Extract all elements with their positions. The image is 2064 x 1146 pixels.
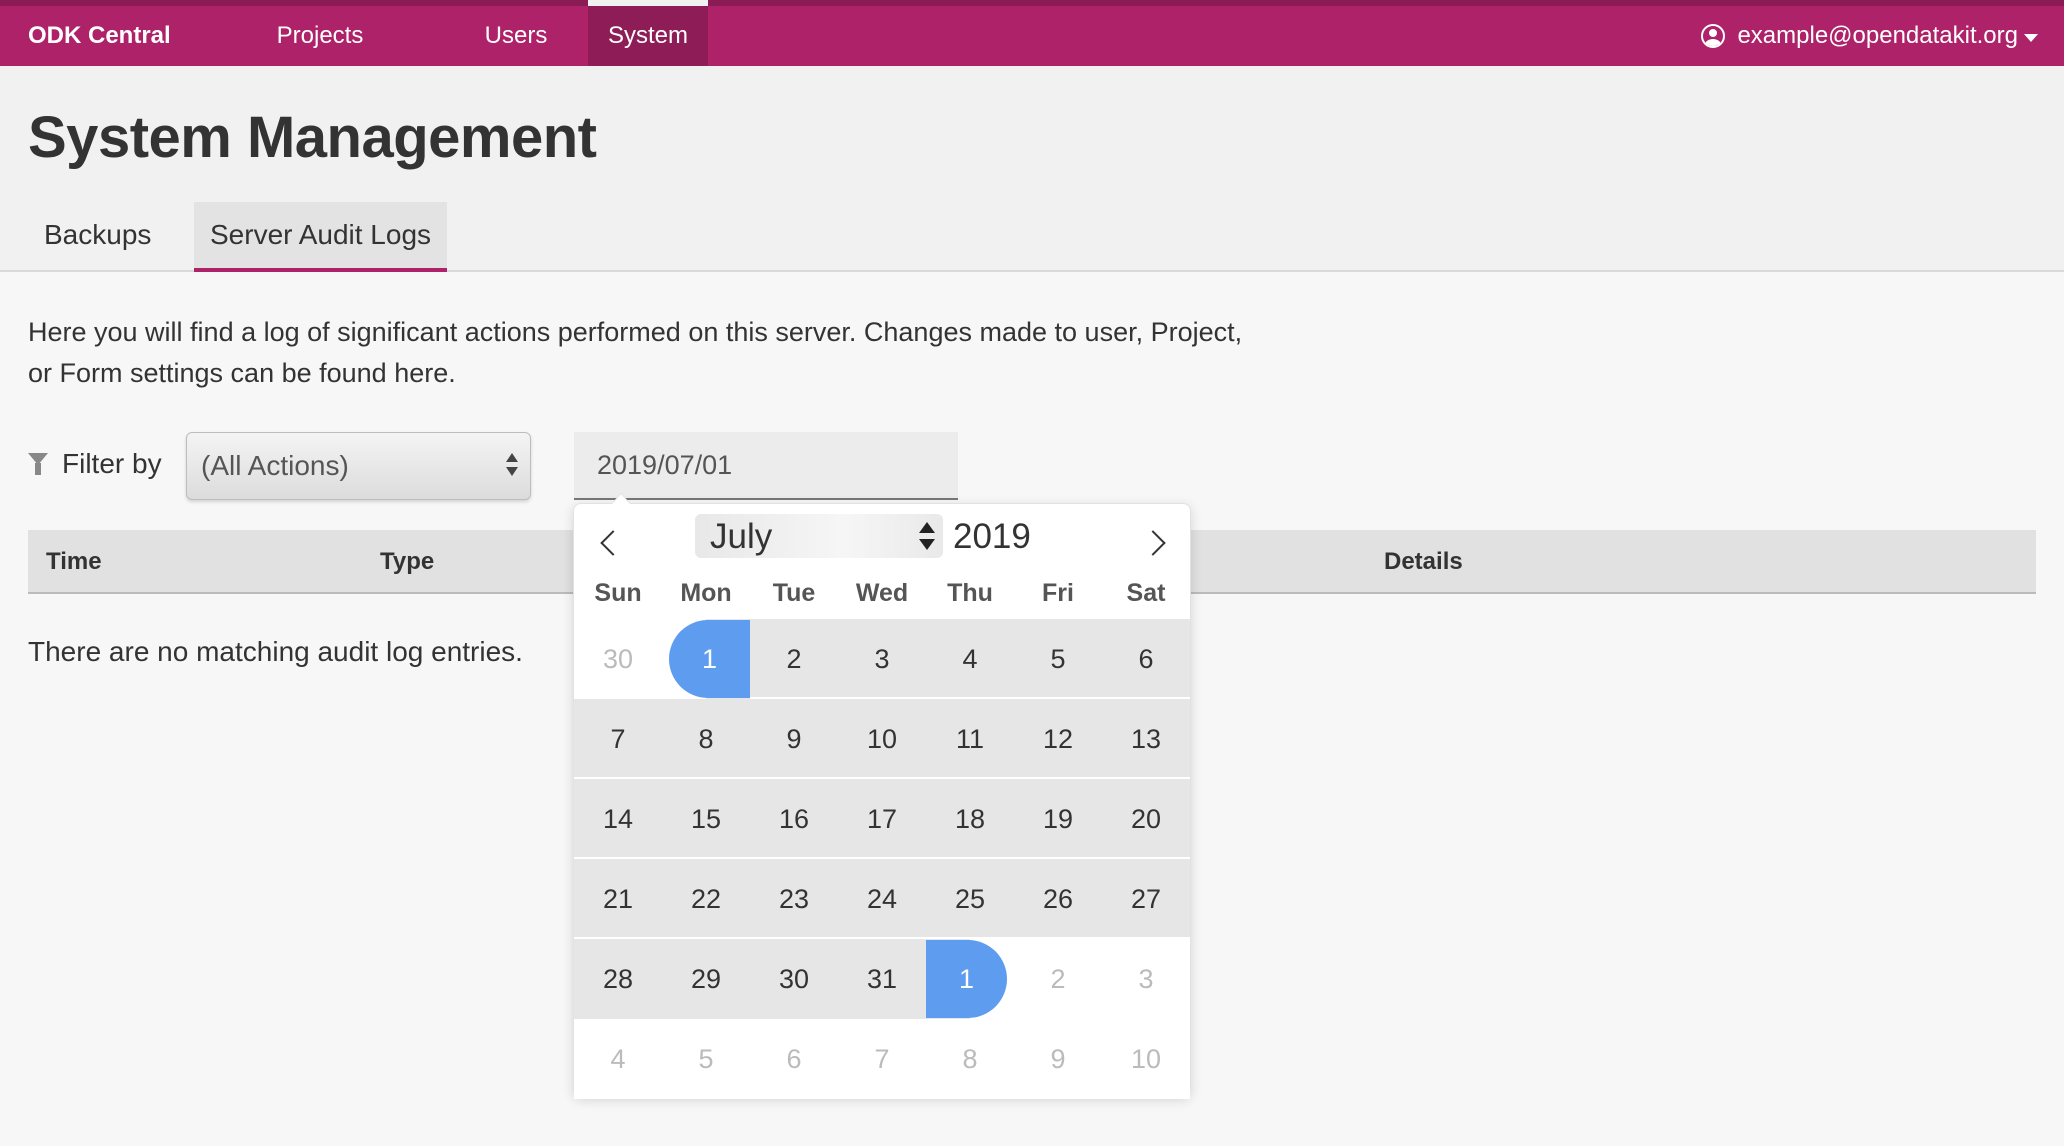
calendar-day[interactable]: 9 xyxy=(750,699,838,779)
calendar-day-number: 1 xyxy=(926,940,1007,1018)
calendar-days-grid: 30 1 2 3 4 5 6 7 8 9 10 11 12 13 14 15 1… xyxy=(574,619,1190,1099)
date-range-input[interactable]: 2019/07/01 xyxy=(574,432,958,500)
calendar-day[interactable]: 26 xyxy=(1014,859,1102,939)
calendar-day[interactable]: 19 xyxy=(1014,779,1102,859)
weekday-label: Fri xyxy=(1042,579,1074,607)
calendar-day[interactable]: 7 xyxy=(574,699,662,779)
month-value: July xyxy=(710,517,773,556)
weekday-label: Mon xyxy=(680,579,732,607)
column-details: Details xyxy=(1384,548,1463,575)
page-title: System Management xyxy=(28,105,597,170)
user-menu-dropdown[interactable]: example@opendatakit.org xyxy=(1701,6,2038,66)
filter-label-text: Filter by xyxy=(62,448,162,479)
calendar-day[interactable]: 22 xyxy=(662,859,750,939)
calendar-day-number: 1 xyxy=(669,620,750,698)
calendar-day[interactable]: 13 xyxy=(1102,699,1190,779)
calendar-day[interactable]: 7 xyxy=(838,1019,926,1099)
calendar-day[interactable]: 4 xyxy=(574,1019,662,1099)
calendar-day[interactable]: 2 xyxy=(1014,939,1102,1019)
weekday-label: Thu xyxy=(947,579,993,607)
calendar-week: 14 15 16 17 18 19 20 xyxy=(574,779,1190,859)
calendar-week: 7 8 9 10 11 12 13 xyxy=(574,699,1190,779)
calendar-day[interactable]: 3 xyxy=(1102,939,1190,1019)
page-header: System Management Backups Server Audit L… xyxy=(0,66,2064,272)
calendar-week: 30 1 2 3 4 5 6 xyxy=(574,619,1190,699)
calendar-week: 4 5 6 7 8 9 10 xyxy=(574,1019,1190,1099)
filter-funnel-icon xyxy=(28,453,48,475)
calendar-day[interactable]: 4 xyxy=(926,619,1014,699)
prev-month-chevron-icon[interactable] xyxy=(588,522,628,562)
column-type: Type xyxy=(380,548,435,575)
nav-system[interactable]: System xyxy=(588,0,708,66)
calendar-day[interactable]: 25 xyxy=(926,859,1014,939)
calendar-day[interactable]: 3 xyxy=(838,619,926,699)
calendar-day[interactable]: 5 xyxy=(662,1019,750,1099)
calendar-day[interactable]: 30 xyxy=(750,939,838,1019)
calendar-day[interactable]: 11 xyxy=(926,699,1014,779)
calendar-day-range-end[interactable]: 1 xyxy=(926,939,1014,1019)
calendar-day[interactable]: 14 xyxy=(574,779,662,859)
calendar-day[interactable]: 15 xyxy=(662,779,750,859)
calendar-day[interactable]: 17 xyxy=(838,779,926,859)
calendar-day[interactable]: 27 xyxy=(1102,859,1190,939)
brand-link[interactable]: ODK Central xyxy=(28,6,171,66)
select-updown-icon xyxy=(919,522,935,552)
calendar-day[interactable]: 18 xyxy=(926,779,1014,859)
nav-projects[interactable]: Projects xyxy=(258,6,382,66)
filter-label: Filter by xyxy=(28,448,162,480)
calendar-week: 21 22 23 24 25 26 27 xyxy=(574,859,1190,939)
empty-table-message: There are no matching audit log entries. xyxy=(28,636,523,667)
tab-server-audit-logs[interactable]: Server Audit Logs xyxy=(194,202,448,272)
calendar-day[interactable]: 12 xyxy=(1014,699,1102,779)
calendar-day[interactable]: 5 xyxy=(1014,619,1102,699)
next-month-chevron-icon[interactable] xyxy=(1136,522,1176,562)
month-select[interactable]: July xyxy=(695,514,943,558)
weekday-header: Sun Mon Tue Wed Thu Fri Sat xyxy=(574,568,1190,622)
calendar-day[interactable]: 8 xyxy=(926,1019,1014,1099)
calendar-day[interactable]: 10 xyxy=(1102,1019,1190,1099)
tab-backups[interactable]: Backups xyxy=(28,202,167,272)
column-time: Time xyxy=(46,548,102,575)
calendar-day[interactable]: 16 xyxy=(750,779,838,859)
calendar-day[interactable]: 21 xyxy=(574,859,662,939)
calendar-day[interactable]: 24 xyxy=(838,859,926,939)
calendar-day[interactable]: 6 xyxy=(750,1019,838,1099)
calendar-day[interactable]: 31 xyxy=(838,939,926,1019)
page-description: Here you will find a log of significant … xyxy=(28,317,1243,388)
weekday-label: Wed xyxy=(855,579,909,607)
calendar-day[interactable]: 2 xyxy=(750,619,838,699)
calendar-day[interactable]: 8 xyxy=(662,699,750,779)
calendar-day[interactable]: 6 xyxy=(1102,619,1190,699)
nav-users[interactable]: Users xyxy=(466,6,566,66)
user-circle-icon xyxy=(1701,24,1726,48)
user-email: example@opendatakit.org xyxy=(1737,22,2018,49)
date-picker-calendar: July 2019 Sun Mon Tue Wed Thu Fri Sat 30… xyxy=(573,503,1191,1099)
weekday-label: Tue xyxy=(772,579,816,607)
action-filter-value: (All Actions) xyxy=(201,450,349,481)
caret-down-icon xyxy=(2024,33,2038,42)
calendar-day[interactable]: 9 xyxy=(1014,1019,1102,1099)
calendar-day[interactable]: 29 xyxy=(662,939,750,1019)
weekday-label: Sun xyxy=(594,579,642,607)
calendar-day[interactable]: 20 xyxy=(1102,779,1190,859)
weekday-label: Sat xyxy=(1126,579,1166,607)
calendar-day[interactable]: 28 xyxy=(574,939,662,1019)
calendar-week: 28 29 30 31 1 2 3 xyxy=(574,939,1190,1019)
calendar-day[interactable]: 23 xyxy=(750,859,838,939)
select-updown-icon xyxy=(506,453,518,481)
year-input[interactable]: 2019 xyxy=(953,514,1031,560)
calendar-day[interactable]: 10 xyxy=(838,699,926,779)
calendar-day-range-start[interactable]: 1 xyxy=(662,619,750,699)
calendar-day[interactable]: 30 xyxy=(574,619,662,699)
action-filter-select[interactable]: (All Actions) xyxy=(186,432,531,500)
top-navbar: ODK Central Projects Users System exampl… xyxy=(0,0,2064,66)
